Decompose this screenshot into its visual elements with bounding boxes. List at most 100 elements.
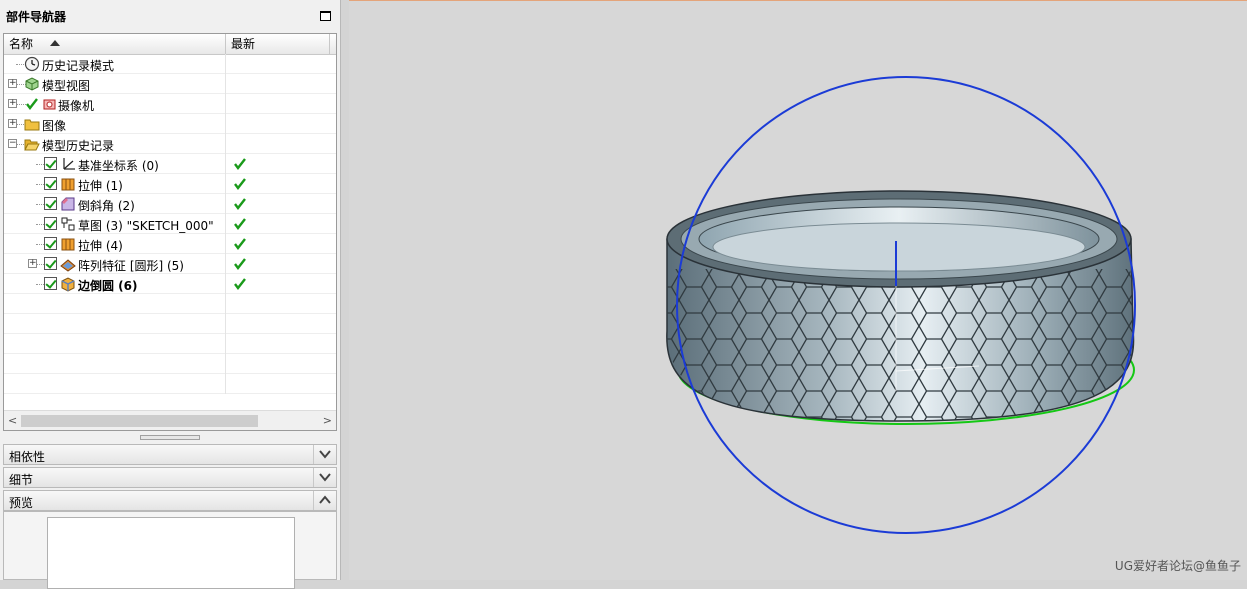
tree-row[interactable]: 拉伸 (4) xyxy=(4,234,336,254)
watermark: UG爱好者论坛@鱼鱼子 xyxy=(1114,559,1241,573)
latest-check-icon xyxy=(233,277,247,291)
ring-inner-bottom xyxy=(712,222,1086,272)
clock-icon xyxy=(24,56,40,72)
column-separator xyxy=(225,134,226,154)
panel-details-label: 细节 xyxy=(9,473,34,487)
feature-checkbox[interactable] xyxy=(44,277,57,290)
panel-preview-label: 预览 xyxy=(9,496,34,510)
column-separator xyxy=(225,374,226,394)
camera-icon xyxy=(40,96,56,112)
sort-ascending-icon xyxy=(50,40,60,46)
hex-pattern xyxy=(667,269,1134,421)
feature-checkbox[interactable] xyxy=(44,217,57,230)
panel-splitter[interactable] xyxy=(140,435,200,440)
graphics-viewport[interactable]: UG爱好者论坛@鱼鱼子 xyxy=(349,0,1247,580)
tree-row[interactable]: 边倒圆 (6) xyxy=(4,274,336,294)
empty-row xyxy=(4,314,336,334)
navigator-header: 部件导航器 xyxy=(0,0,340,30)
column-third-label: 附 xyxy=(335,37,336,51)
tree-row-label: 阵列特征 [圆形] (5) xyxy=(78,259,184,273)
tree-row[interactable]: 历史记录模式 xyxy=(4,54,336,74)
extrude-icon xyxy=(60,236,76,252)
tree-row[interactable]: 基准坐标系 (0) xyxy=(4,154,336,174)
chevron-down-icon[interactable] xyxy=(313,468,336,487)
tree-row[interactable]: + 模型视图 xyxy=(4,74,336,94)
panel-details[interactable]: 细节 xyxy=(3,467,337,488)
expand-icon[interactable]: + xyxy=(8,99,17,108)
check-mark-icon xyxy=(24,96,40,112)
empty-row xyxy=(4,334,336,354)
feature-checkbox[interactable] xyxy=(44,257,57,270)
column-separator xyxy=(225,334,226,354)
column-latest[interactable]: 最新 xyxy=(226,34,330,54)
ring-model-view xyxy=(666,76,1136,534)
pattern-feature-icon xyxy=(60,256,76,272)
tree-row[interactable]: − 模型历史记录 xyxy=(4,134,336,154)
column-separator xyxy=(225,314,226,334)
tree-row[interactable]: + 阵列特征 [圆形] (5) xyxy=(4,254,336,274)
feature-checkbox[interactable] xyxy=(44,237,57,250)
column-separator xyxy=(225,294,226,314)
model-views-icon xyxy=(24,76,40,92)
tree-row-label: 模型历史记录 xyxy=(42,139,115,153)
latest-check-icon xyxy=(233,177,247,191)
column-separator xyxy=(225,234,226,254)
chevron-down-icon[interactable] xyxy=(313,445,336,464)
horizontal-scrollbar[interactable]: < > xyxy=(4,410,336,430)
folder-icon xyxy=(24,116,40,132)
feature-checkbox[interactable] xyxy=(44,197,57,210)
tree-row-label: 草图 (3) "SKETCH_000" xyxy=(78,219,214,233)
tree-row-label: 模型视图 xyxy=(42,79,91,93)
scroll-left-icon[interactable]: < xyxy=(8,414,17,427)
column-separator xyxy=(225,114,226,134)
tree-row[interactable]: + 摄像机 xyxy=(4,94,336,114)
column-separator xyxy=(225,254,226,274)
tree-row[interactable]: 拉伸 (1) xyxy=(4,174,336,194)
column-third[interactable]: 附 xyxy=(330,34,336,54)
column-separator xyxy=(225,54,226,74)
tree-row[interactable]: + 图像 xyxy=(4,114,336,134)
column-name[interactable]: 名称 xyxy=(4,34,226,54)
tree-row[interactable]: 倒斜角 (2) xyxy=(4,194,336,214)
edge-blend-icon xyxy=(60,276,76,292)
chevron-up-icon[interactable] xyxy=(313,491,336,510)
collapse-icon[interactable]: − xyxy=(8,139,17,148)
column-name-label: 名称 xyxy=(9,37,34,51)
column-separator xyxy=(225,154,226,174)
latest-check-icon xyxy=(233,157,247,171)
scroll-thumb[interactable] xyxy=(21,415,258,427)
feature-checkbox[interactable] xyxy=(44,177,57,190)
expand-icon[interactable]: + xyxy=(8,79,17,88)
feature-checkbox[interactable] xyxy=(44,157,57,170)
expand-icon[interactable]: + xyxy=(8,119,17,128)
column-separator xyxy=(225,274,226,294)
column-separator xyxy=(225,354,226,374)
latest-check-icon xyxy=(233,197,247,211)
expand-icon[interactable]: + xyxy=(28,259,37,268)
tree-row-label: 拉伸 (1) xyxy=(78,179,123,193)
tree-row-label: 边倒圆 (6) xyxy=(78,279,138,293)
tree-row-label: 摄像机 xyxy=(58,99,95,113)
maximize-icon[interactable] xyxy=(320,11,331,21)
latest-check-icon xyxy=(233,237,247,251)
tree-row-label: 历史记录模式 xyxy=(42,59,115,73)
column-separator xyxy=(225,214,226,234)
column-header: 名称 最新 附 xyxy=(4,34,336,55)
tree-row-label: 基准坐标系 (0) xyxy=(78,159,159,173)
column-separator xyxy=(225,74,226,94)
empty-row xyxy=(4,374,336,394)
column-latest-label: 最新 xyxy=(231,37,256,51)
column-separator xyxy=(225,94,226,114)
datum-csys-icon xyxy=(60,156,76,172)
column-separator xyxy=(225,194,226,214)
sketch-icon xyxy=(60,216,76,232)
tree-row[interactable]: 草图 (3) "SKETCH_000" xyxy=(4,214,336,234)
panel-dependencies-label: 相依性 xyxy=(9,450,46,464)
scroll-right-icon[interactable]: > xyxy=(323,414,332,427)
panel-dependencies[interactable]: 相依性 xyxy=(3,444,337,465)
column-separator xyxy=(225,174,226,194)
navigator-title: 部件导航器 xyxy=(6,10,67,24)
part-navigator: 部件导航器 名称 最新 附 历史记录模式 + 模型视图 + 摄像机 + 图像 − 模型历史记录基… xyxy=(0,0,341,589)
panel-preview[interactable]: 预览 xyxy=(3,490,337,511)
latest-check-icon xyxy=(233,257,247,271)
